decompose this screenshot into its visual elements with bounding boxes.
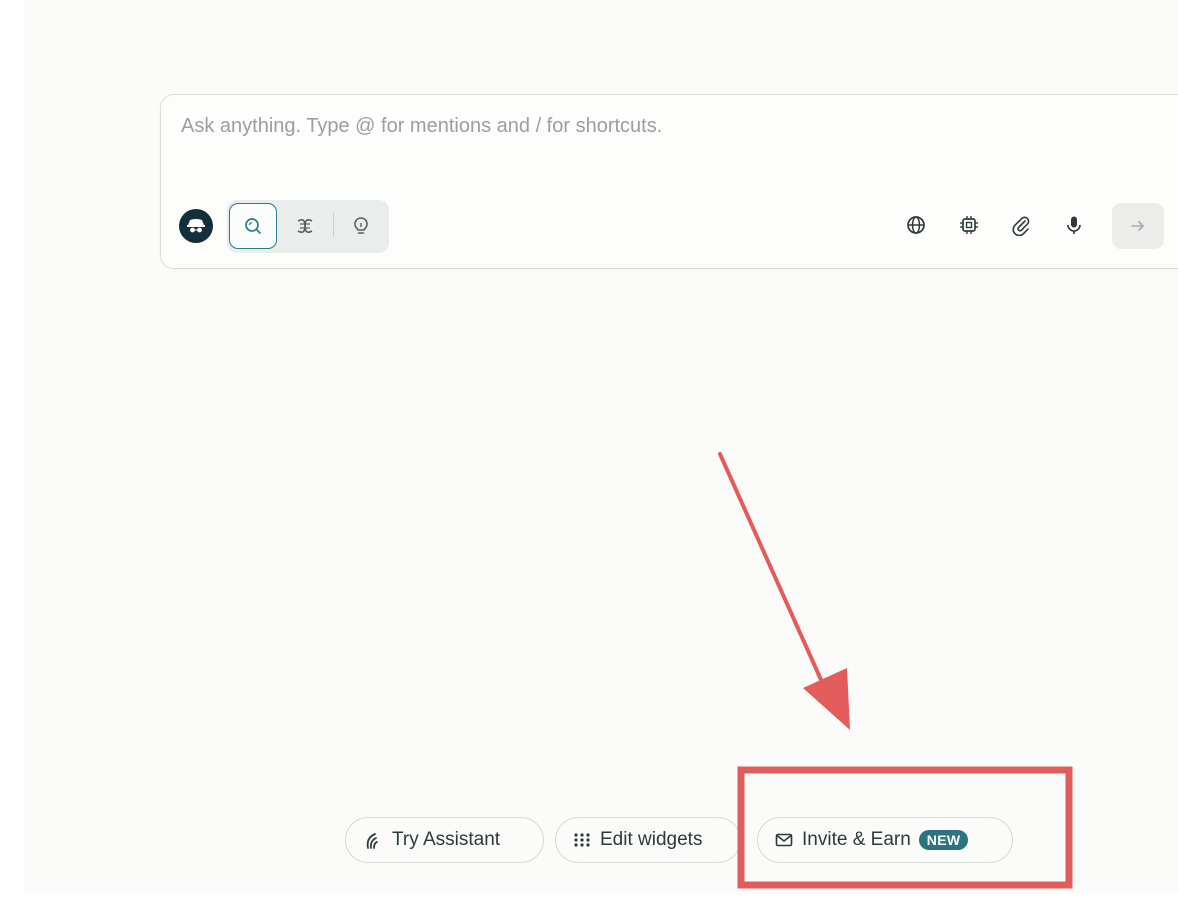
arrow-right-icon bbox=[1131, 221, 1144, 231]
invite-earn-label: Invite & Earn bbox=[802, 829, 911, 850]
globe-button[interactable] bbox=[902, 211, 930, 239]
try-assistant-label: Try Assistant bbox=[392, 829, 501, 850]
research-mode-button[interactable] bbox=[281, 203, 329, 249]
edit-widgets-label: Edit widgets bbox=[600, 829, 703, 850]
incognito-avatar-icon[interactable] bbox=[179, 209, 213, 243]
voice-button[interactable] bbox=[1060, 211, 1088, 239]
lightbulb-icon bbox=[354, 217, 368, 234]
globe-icon bbox=[907, 216, 925, 234]
ask-box bbox=[160, 94, 1178, 269]
paperclip-icon bbox=[1012, 216, 1030, 236]
search-mode-selector bbox=[227, 200, 389, 253]
search-icon bbox=[245, 218, 261, 234]
edit-widgets-button[interactable]: Edit widgets bbox=[555, 817, 741, 863]
ask-input[interactable] bbox=[181, 115, 1081, 138]
research-icon bbox=[297, 219, 313, 233]
attach-button[interactable] bbox=[1007, 211, 1035, 239]
reasoning-mode-button[interactable] bbox=[337, 203, 385, 249]
chip-icon bbox=[960, 216, 978, 234]
microphone-icon bbox=[1067, 216, 1081, 234]
search-mode-button[interactable] bbox=[229, 203, 277, 249]
send-button[interactable] bbox=[1112, 203, 1164, 249]
assistant-signal-icon bbox=[362, 829, 384, 851]
mail-icon bbox=[774, 830, 794, 850]
invite-earn-button[interactable]: Invite & Earn NEW bbox=[757, 817, 1013, 863]
model-button[interactable] bbox=[955, 211, 983, 239]
mode-divider bbox=[333, 213, 334, 237]
try-assistant-button[interactable]: Try Assistant bbox=[345, 817, 544, 863]
grid-dots-icon bbox=[572, 830, 592, 850]
new-badge: NEW bbox=[918, 830, 969, 850]
